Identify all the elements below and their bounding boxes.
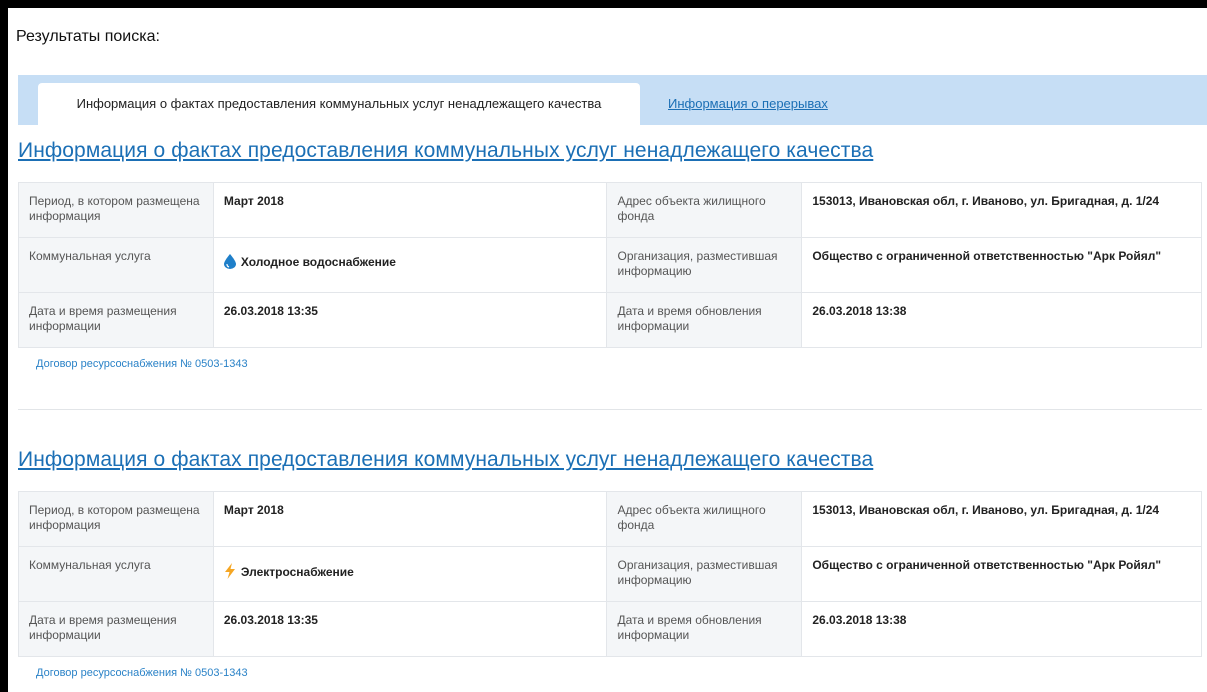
record-info-table: Период, в котором размещена информация М… bbox=[18, 491, 1202, 657]
updated-label: Дата и время обновления информации bbox=[606, 601, 803, 657]
contract-link[interactable]: Договор ресурсоснабжения № 0503-1343 bbox=[36, 358, 248, 370]
tab-quality-info[interactable]: Информация о фактах предоставления комму… bbox=[38, 83, 640, 125]
tab-interruptions-info[interactable]: Информация о перерывах bbox=[658, 83, 838, 125]
tab-bar: Информация о фактах предоставления комму… bbox=[18, 75, 1207, 125]
service-value: Электроснабжение bbox=[212, 546, 608, 602]
service-name: Электроснабжение bbox=[240, 565, 354, 579]
posted-label: Дата и время размещения информации bbox=[18, 292, 214, 348]
address-label: Адрес объекта жилищного фонда bbox=[606, 182, 803, 238]
period-label: Период, в котором размещена информация bbox=[18, 491, 214, 547]
water-drop-icon bbox=[223, 254, 236, 272]
service-value: Холодное водоснабжение bbox=[212, 237, 608, 293]
contract-link[interactable]: Договор ресурсоснабжения № 0503-1343 bbox=[36, 667, 248, 679]
record-title-link[interactable]: Информация о фактах предоставления комму… bbox=[18, 448, 873, 472]
address-value: 153013, Ивановская обл, г. Иваново, ул. … bbox=[801, 182, 1202, 238]
updated-value: 26.03.2018 13:38 bbox=[801, 292, 1202, 348]
search-results-page: Результаты поиска: Информация о фактах п… bbox=[8, 8, 1207, 692]
org-label: Организация, разместившая информацию bbox=[606, 546, 803, 602]
lightning-icon bbox=[224, 563, 236, 582]
posted-value: 26.03.2018 13:35 bbox=[212, 601, 608, 657]
period-label: Период, в котором размещена информация bbox=[18, 182, 214, 238]
period-value: Март 2018 bbox=[212, 182, 608, 238]
org-value: Общество с ограниченной ответственностью… bbox=[801, 237, 1202, 293]
divider bbox=[18, 409, 1202, 410]
address-label: Адрес объекта жилищного фонда bbox=[606, 491, 803, 547]
posted-value: 26.03.2018 13:35 bbox=[212, 292, 608, 348]
updated-value: 26.03.2018 13:38 bbox=[801, 601, 1202, 657]
org-value: Общество с ограниченной ответственностью… bbox=[801, 546, 1202, 602]
org-label: Организация, разместившая информацию bbox=[606, 237, 803, 293]
service-label: Коммунальная услуга bbox=[18, 237, 214, 293]
period-value: Март 2018 bbox=[212, 491, 608, 547]
posted-label: Дата и время размещения информации bbox=[18, 601, 214, 657]
service-name: Холодное водоснабжение bbox=[240, 255, 396, 269]
service-label: Коммунальная услуга bbox=[18, 546, 214, 602]
updated-label: Дата и время обновления информации bbox=[606, 292, 803, 348]
record-title-link[interactable]: Информация о фактах предоставления комму… bbox=[18, 139, 873, 163]
search-results-title: Результаты поиска: bbox=[16, 28, 160, 45]
record-info-table: Период, в котором размещена информация М… bbox=[18, 182, 1202, 348]
address-value: 153013, Ивановская обл, г. Иваново, ул. … bbox=[801, 491, 1202, 547]
